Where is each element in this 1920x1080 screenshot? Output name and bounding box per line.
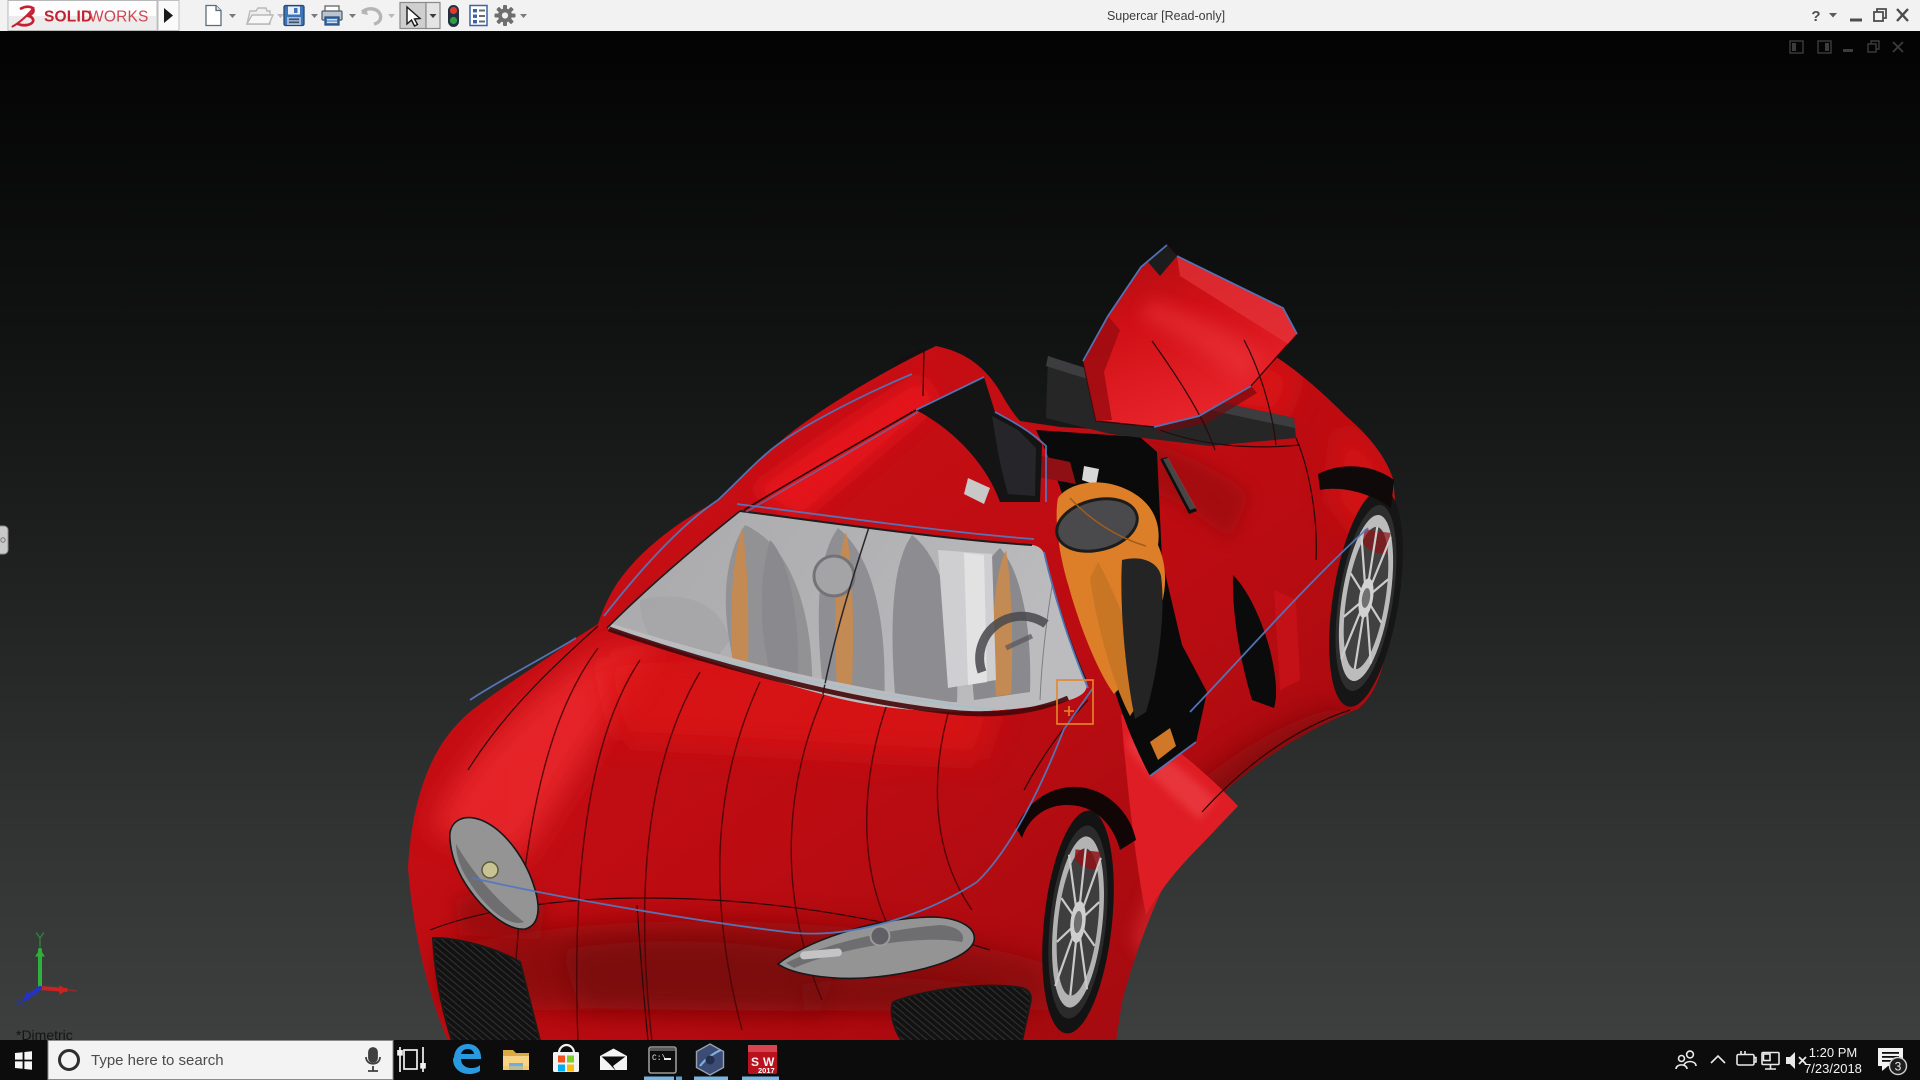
svg-text:*Dimetric: *Dimetric: [16, 1027, 73, 1040]
svg-text:7/23/2018: 7/23/2018: [1804, 1061, 1862, 1076]
svg-text:Type here to search: Type here to search: [91, 1052, 224, 1069]
svg-text:?: ?: [1811, 8, 1820, 25]
svg-text:SOLID: SOLID: [44, 9, 92, 26]
svg-text:3: 3: [1895, 1060, 1902, 1074]
svg-text:2017: 2017: [758, 1066, 775, 1075]
svg-text:1:20 PM: 1:20 PM: [1809, 1045, 1857, 1060]
svg-text:Supercar [Read-only]: Supercar [Read-only]: [1107, 9, 1225, 23]
svg-text:WORKS: WORKS: [89, 9, 149, 26]
